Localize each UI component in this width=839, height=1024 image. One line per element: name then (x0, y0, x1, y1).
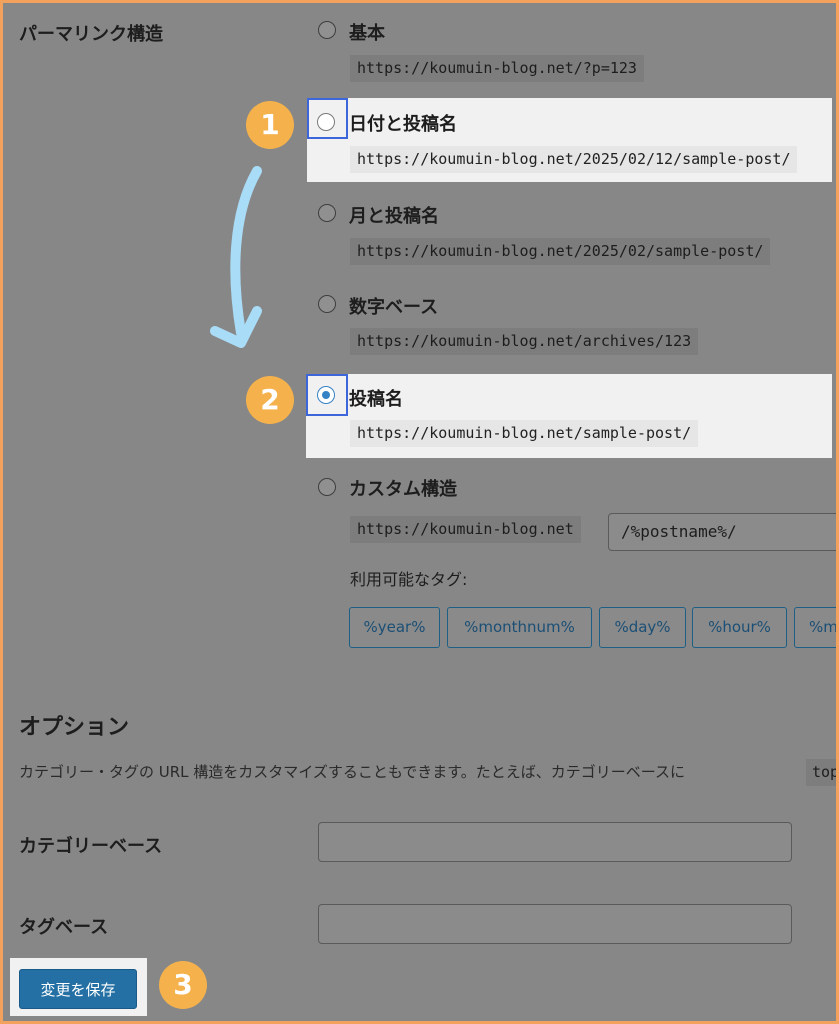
custom-url-prefix: https://koumuin-blog.net (350, 516, 581, 543)
options-description-code: top (806, 759, 836, 786)
option-label-plain: 基本 (349, 23, 385, 44)
option-label-post-name: 投稿名 (349, 389, 403, 410)
step-badge-3: 3 (159, 961, 207, 1009)
tag-button-year[interactable]: %year% (349, 607, 440, 648)
options-description: カテゴリー・タグの URL 構造をカスタマイズすることもできます。たとえば、カテ… (19, 763, 685, 781)
step2-outline (306, 374, 348, 416)
radio-month-name[interactable] (318, 204, 336, 222)
radio-custom[interactable] (318, 478, 336, 496)
example-url-plain: https://koumuin-blog.net/?p=123 (350, 55, 644, 82)
tag-button-hour[interactable]: %hour% (692, 607, 787, 648)
option-label-custom: カスタム構造 (349, 479, 457, 500)
example-url-month-name: https://koumuin-blog.net/2025/02/sample-… (350, 238, 771, 265)
option-label-numeric: 数字ベース (349, 297, 439, 318)
available-tags-label: 利用可能なタグ: (350, 570, 468, 589)
option-label-day-name: 日付と投稿名 (349, 114, 457, 135)
step-badge-1: 1 (246, 101, 294, 149)
custom-structure-input[interactable]: /%postname%/ (608, 513, 836, 551)
save-changes-button[interactable]: 変更を保存 (19, 969, 137, 1009)
option-label-month-name: 月と投稿名 (349, 206, 439, 227)
example-url-day-name: https://koumuin-blog.net/2025/02/12/samp… (350, 146, 798, 173)
tag-base-label: タグベース (19, 917, 109, 938)
options-heading: オプション (19, 715, 130, 740)
tag-button-minute[interactable]: %m (794, 607, 836, 648)
example-url-post-name: https://koumuin-blog.net/sample-post/ (350, 420, 699, 447)
step-badge-2: 2 (246, 376, 294, 424)
curved-arrow-icon (210, 166, 262, 348)
tag-button-monthnum[interactable]: %monthnum% (447, 607, 592, 648)
example-url-numeric: https://koumuin-blog.net/archives/123 (350, 328, 699, 355)
radio-numeric[interactable] (318, 295, 336, 313)
category-base-input[interactable] (318, 822, 792, 862)
radio-plain[interactable] (318, 21, 336, 39)
category-base-label: カテゴリーベース (19, 836, 163, 857)
step1-outline (307, 98, 348, 139)
tag-base-input[interactable] (318, 904, 792, 944)
permalink-structure-label: パーマリンク構造 (19, 24, 163, 45)
tag-button-day[interactable]: %day% (599, 607, 686, 648)
screenshot-frame: パーマリンク構造 基本 https://koumuin-blog.net/?p=… (3, 3, 836, 1021)
